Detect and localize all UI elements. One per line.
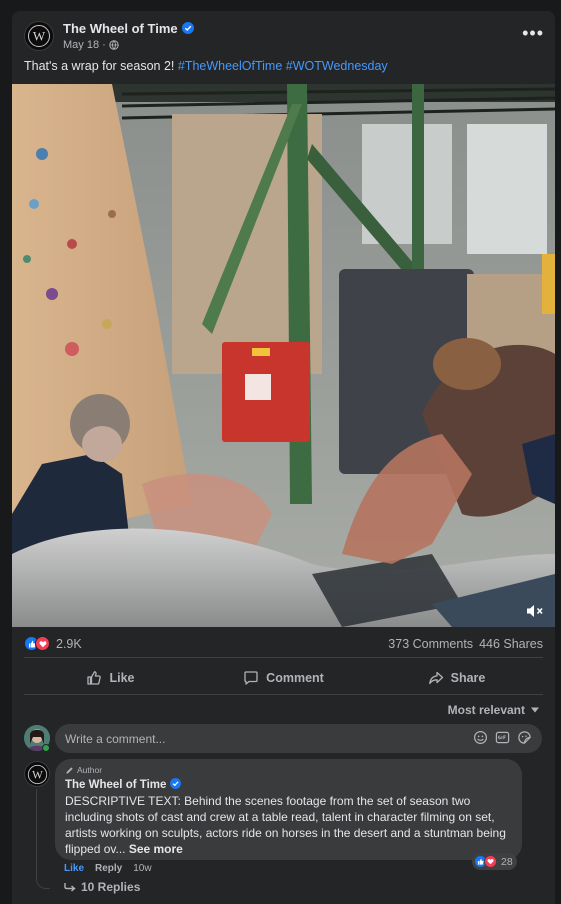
post-stats: 2.9K 373 Comments 446 Shares xyxy=(24,633,543,655)
comment-button[interactable]: Comment xyxy=(197,663,370,693)
comment-input[interactable]: Write a comment... xyxy=(55,724,542,753)
caption-text: That's a wrap for season 2! xyxy=(24,59,178,73)
comment-actions: Like Reply 10w xyxy=(64,863,152,874)
online-status-dot xyxy=(42,744,50,752)
post-meta: May 18 · xyxy=(63,39,119,51)
comment-input-tools xyxy=(473,730,532,745)
video-player[interactable] xyxy=(12,84,555,627)
sort-label: Most relevant xyxy=(447,703,525,717)
like-button[interactable]: Like xyxy=(24,663,197,693)
share-label: Share xyxy=(450,671,486,685)
divider xyxy=(24,657,543,658)
more-options-icon[interactable]: ••• xyxy=(522,24,544,42)
see-more-link[interactable]: See more xyxy=(129,842,183,856)
pencil-icon xyxy=(66,766,73,774)
comment-bubble: Author The Wheel of Time DESCRIPTIVE TEX… xyxy=(55,759,522,860)
mute-icon[interactable] xyxy=(525,603,545,619)
comment-timestamp[interactable]: 10w xyxy=(133,863,151,874)
thumbs-up-icon xyxy=(87,671,102,685)
emoji-icon[interactable] xyxy=(473,730,488,745)
comment-reply-button[interactable]: Reply xyxy=(95,863,122,874)
hashtag-link[interactable]: #TheWheelOfTime xyxy=(178,59,282,73)
reply-thread-line xyxy=(36,789,50,889)
globe-icon xyxy=(109,40,119,50)
meta-separator: · xyxy=(102,39,106,51)
engagement-counts: 373 Comments 446 Shares xyxy=(388,637,543,651)
post-caption: That's a wrap for season 2! #TheWheelOfT… xyxy=(24,59,388,73)
comment-reaction-count: 28 xyxy=(501,855,513,868)
reply-arrow-icon xyxy=(64,883,76,892)
comment-author-name[interactable]: The Wheel of Time xyxy=(65,779,166,791)
page-avatar[interactable]: W xyxy=(24,21,54,51)
wheel-of-time-logo-icon: W xyxy=(28,25,50,47)
gif-icon[interactable] xyxy=(495,730,510,745)
share-arrow-icon xyxy=(428,671,443,685)
view-replies-button[interactable]: 10 Replies xyxy=(64,880,140,894)
share-count[interactable]: 446 Shares xyxy=(479,637,543,651)
share-button[interactable]: Share xyxy=(370,663,543,693)
svg-text:W: W xyxy=(32,769,43,781)
comment-text-block: DESCRIPTIVE TEXT: Behind the scenes foot… xyxy=(65,793,512,857)
comment-sort-dropdown[interactable]: Most relevant xyxy=(448,703,539,717)
video-frame xyxy=(12,84,555,627)
comment-label: Comment xyxy=(266,671,324,685)
author-badge: Author xyxy=(65,765,512,775)
like-label: Like xyxy=(109,671,135,685)
reactions-summary[interactable]: 2.9K xyxy=(24,636,82,651)
hashtag-link[interactable]: #WOTWednesday xyxy=(286,59,388,73)
comment-reactions[interactable]: 28 xyxy=(472,853,517,870)
comment-like-button[interactable]: Like xyxy=(64,863,84,874)
wheel-of-time-logo-icon: W xyxy=(27,764,47,784)
post-date[interactable]: May 18 xyxy=(63,39,99,51)
comment-count[interactable]: 373 Comments xyxy=(388,637,473,651)
page-name[interactable]: The Wheel of Time xyxy=(63,21,178,36)
love-reaction-icon xyxy=(35,636,50,651)
caret-down-icon xyxy=(531,707,539,713)
page-name-link[interactable]: The Wheel of Time xyxy=(63,21,194,36)
divider xyxy=(24,694,543,695)
comment-bubble-icon xyxy=(244,671,258,685)
svg-text:W: W xyxy=(33,29,46,44)
comment-input-placeholder: Write a comment... xyxy=(65,732,166,746)
verified-badge-icon xyxy=(170,778,182,789)
post-actions: Like Comment Share xyxy=(24,663,543,693)
love-reaction-icon xyxy=(484,855,497,868)
verified-badge-icon xyxy=(181,22,194,34)
replies-count: 10 Replies xyxy=(81,880,141,894)
post-card: W The Wheel of Time May 18 · ••• That's … xyxy=(12,11,555,904)
author-badge-label: Author xyxy=(77,765,103,775)
comment-author-avatar[interactable]: W xyxy=(24,761,50,787)
comment-author-link[interactable]: The Wheel of Time xyxy=(65,778,512,791)
reaction-count[interactable]: 2.9K xyxy=(56,637,82,651)
sticker-icon[interactable] xyxy=(517,730,532,745)
